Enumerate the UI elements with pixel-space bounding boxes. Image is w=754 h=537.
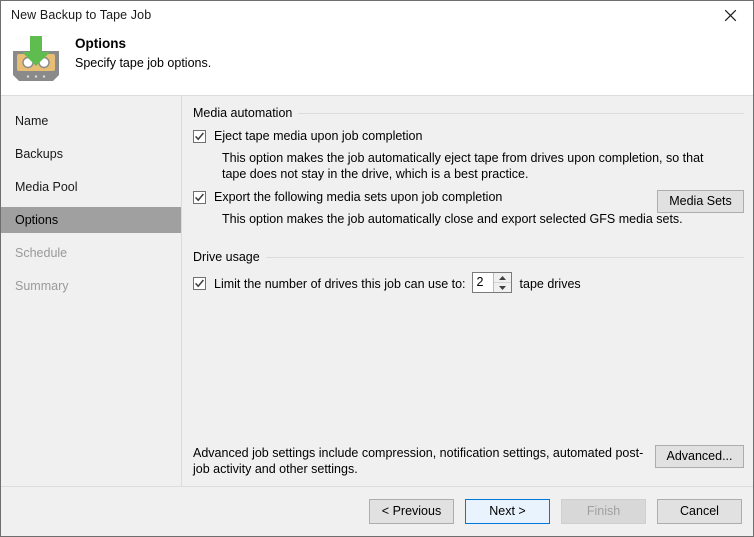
drive-usage-group-header: Drive usage: [193, 249, 744, 265]
drive-usage-group: Drive usage Limit the number of drives t…: [193, 249, 744, 294]
options-content-panel: Media automation Eject tape media upon j…: [182, 96, 753, 486]
stepper-down-icon[interactable]: [494, 283, 511, 292]
export-media-sets-option-row: Export the following media sets upon job…: [193, 190, 744, 205]
advanced-settings-description: Advanced job settings include compressio…: [193, 445, 647, 477]
page-subtitle: Specify tape job options.: [75, 55, 211, 72]
media-sets-button[interactable]: Media Sets: [657, 190, 744, 213]
drive-count-stepper[interactable]: [472, 272, 512, 293]
finish-button: Finish: [561, 499, 646, 524]
eject-tape-option-row: Eject tape media upon job completion: [193, 129, 744, 144]
group-divider-line: [266, 257, 744, 258]
limit-drives-checkbox[interactable]: [193, 277, 206, 290]
close-icon[interactable]: [708, 1, 753, 29]
dialog-footer: < Previous Next > Finish Cancel: [1, 486, 753, 536]
drive-count-stepper-buttons: [493, 273, 511, 292]
sidebar-item-name[interactable]: Name: [1, 108, 181, 134]
sidebar-item-schedule: Schedule: [1, 240, 181, 266]
next-button[interactable]: Next >: [465, 499, 550, 524]
cancel-button[interactable]: Cancel: [657, 499, 742, 524]
media-automation-group: Media automation Eject tape media upon j…: [193, 105, 744, 227]
drive-count-suffix-label: tape drives: [520, 277, 581, 291]
stepper-up-icon[interactable]: [494, 273, 511, 283]
eject-tape-label: Eject tape media upon job completion: [214, 129, 422, 144]
previous-button[interactable]: < Previous: [369, 499, 454, 524]
sidebar-item-media-pool[interactable]: Media Pool: [1, 174, 181, 200]
dialog-window: New Backup to Tape Job: [0, 0, 754, 537]
eject-tape-checkbox[interactable]: [193, 130, 206, 143]
limit-drives-option-row: Limit the number of drives this job can …: [193, 273, 744, 294]
advanced-settings-block: Advanced job settings include compressio…: [193, 445, 744, 477]
export-media-sets-description: This option makes the job automatically …: [222, 211, 727, 227]
export-media-sets-label: Export the following media sets upon job…: [214, 190, 502, 205]
sidebar-item-summary: Summary: [1, 273, 181, 299]
page-title: Options: [75, 35, 211, 52]
header-text-block: Options Specify tape job options.: [75, 35, 211, 72]
media-automation-group-header: Media automation: [193, 105, 744, 121]
group-divider-line: [298, 113, 744, 114]
footer-button-bar: < Previous Next > Finish Cancel: [369, 499, 742, 524]
export-media-sets-checkbox[interactable]: [193, 191, 206, 204]
eject-tape-description: This option makes the job automatically …: [222, 150, 727, 182]
media-automation-group-title: Media automation: [193, 106, 298, 120]
limit-drives-label: Limit the number of drives this job can …: [214, 277, 466, 291]
drive-usage-group-title: Drive usage: [193, 250, 266, 264]
dialog-header: Options Specify tape job options.: [1, 29, 753, 96]
tape-cartridge-download-icon: [9, 33, 63, 87]
wizard-steps-sidebar: Name Backups Media Pool Options Schedule…: [1, 96, 182, 486]
advanced-button[interactable]: Advanced...: [655, 445, 744, 468]
drive-count-input[interactable]: [473, 273, 493, 292]
dialog-body: Name Backups Media Pool Options Schedule…: [1, 96, 753, 486]
window-title: New Backup to Tape Job: [11, 8, 151, 22]
sidebar-item-options[interactable]: Options: [1, 207, 181, 233]
sidebar-item-backups[interactable]: Backups: [1, 141, 181, 167]
title-bar: New Backup to Tape Job: [1, 1, 753, 29]
